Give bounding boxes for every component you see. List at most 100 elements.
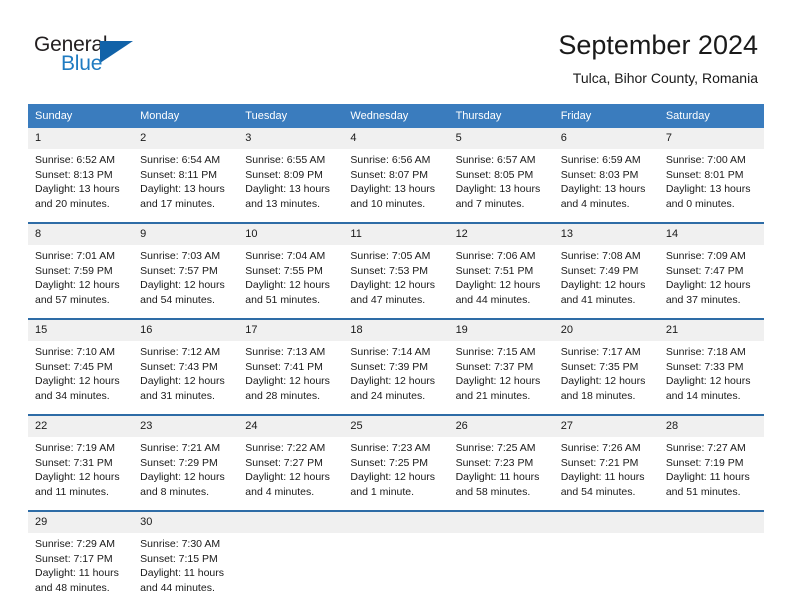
day-details: Sunrise: 6:52 AM Sunset: 8:13 PM Daylight:…	[28, 149, 133, 213]
day-number: 20	[553, 320, 659, 341]
calendar-day-cell[interactable]: 2 Sunrise: 6:54 AM Sunset: 8:11 PM Daylight…	[133, 128, 239, 213]
day-detail-line: Daylight: 12 hours	[455, 279, 541, 291]
day-details: Sunrise: 7:27 AM Sunset: 7:19 PM Daylight:…	[659, 437, 764, 501]
calendar-day-cell[interactable]: 8 Sunrise: 7:01 AM Sunset: 7:59 PM Daylight…	[28, 224, 134, 309]
day-detail-line: Daylight: 12 hours	[560, 375, 646, 387]
day-detail-line: Daylight: 12 hours	[350, 375, 436, 387]
day-detail-line: and 34 minutes.	[35, 389, 110, 402]
calendar-day-cell[interactable]: 15 Sunrise: 7:10 AM Sunset: 7:45 PM Dayligh…	[28, 320, 134, 405]
day-detail-line: Sunset: 7:47 PM	[665, 264, 744, 277]
day-number	[238, 512, 344, 533]
calendar-day-cell[interactable]: 3 Sunrise: 6:55 AM Sunset: 8:09 PM Daylight…	[238, 128, 344, 213]
day-detail-line: and 11 minutes.	[35, 485, 109, 498]
day-detail-line: Daylight: 12 hours	[245, 279, 330, 291]
calendar-day-cell[interactable]: 5 Sunrise: 6:57 AM Sunset: 8:05 PM Daylight…	[448, 128, 554, 213]
day-details: Sunrise: 6:55 AM Sunset: 8:09 PM Daylight:…	[238, 149, 343, 213]
day-number: 2	[133, 128, 239, 149]
calendar-day-cell[interactable]: 13 Sunrise: 7:08 AM Sunset: 7:49 PM Dayligh…	[553, 224, 659, 309]
day-details	[659, 533, 764, 590]
day-number: 16	[133, 320, 239, 341]
day-detail-line: Sunset: 7:59 PM	[35, 264, 113, 277]
calendar-day-cell[interactable]: 28 Sunrise: 7:27 AM Sunset: 7:19 PM Dayligh…	[658, 416, 764, 501]
day-detail-line: Daylight: 13 hours	[35, 183, 120, 195]
day-detail-line: Sunrise: 7:17 AM	[560, 346, 641, 358]
day-details: Sunrise: 6:56 AM Sunset: 8:07 PM Daylight:…	[343, 149, 448, 213]
calendar-day-cell[interactable]: 30 Sunrise: 7:30 AM Sunset: 7:15 PM Dayligh…	[133, 512, 239, 597]
day-detail-line: Daylight: 12 hours	[245, 471, 330, 483]
calendar-day-cell[interactable]: 16 Sunrise: 7:12 AM Sunset: 7:43 PM Dayligh…	[133, 320, 239, 405]
day-detail-line: and 21 minutes.	[455, 389, 531, 402]
day-detail-line: Sunrise: 7:03 AM	[140, 250, 221, 262]
day-detail-line: and 31 minutes.	[140, 389, 215, 402]
day-detail-line: Sunrise: 7:04 AM	[245, 250, 326, 262]
weekday-header-row: Sunday Monday Tuesday Wednesday Thursday Frid…	[28, 104, 764, 128]
day-number: 10	[238, 224, 344, 245]
day-detail-line: Sunset: 7:37 PM	[455, 360, 534, 373]
day-details: Sunrise: 7:06 AM Sunset: 7:51 PM Daylight:…	[449, 245, 554, 309]
calendar-day-cell[interactable]: 20 Sunrise: 7:17 AM Sunset: 7:35 PM Dayligh…	[553, 320, 659, 405]
calendar-week-row: 8 Sunrise: 7:01 AM Sunset: 7:59 PM Daylight…	[28, 222, 764, 309]
day-details: Sunrise: 7:23 AM Sunset: 7:25 PM Daylight:…	[343, 437, 448, 501]
calendar-day-cell[interactable]: 11 Sunrise: 7:05 AM Sunset: 7:53 PM Dayligh…	[343, 224, 449, 309]
calendar-day-cell[interactable]: 26 Sunrise: 7:25 AM Sunset: 7:23 PM Dayligh…	[448, 416, 554, 501]
day-detail-line: Daylight: 11 hours	[560, 471, 645, 483]
day-detail-line: and 37 minutes.	[665, 293, 741, 306]
day-detail-line: and 47 minutes.	[350, 293, 426, 306]
calendar-day-cell[interactable]: 29 Sunrise: 7:29 AM Sunset: 7:17 PM Dayligh…	[28, 512, 134, 597]
day-detail-line: Daylight: 12 hours	[350, 279, 436, 291]
day-detail-line: Sunset: 7:33 PM	[665, 360, 744, 373]
calendar-week-row: 29 Sunrise: 7:29 AM Sunset: 7:17 PM Dayligh…	[28, 510, 764, 597]
calendar-day-cell[interactable]: 14 Sunrise: 7:09 AM Sunset: 7:47 PM Dayligh…	[658, 224, 764, 309]
day-detail-line: Sunset: 7:29 PM	[140, 456, 218, 469]
day-number: 30	[133, 512, 239, 533]
day-number: 23	[133, 416, 239, 437]
calendar-day-cell[interactable]: 10 Sunrise: 7:04 AM Sunset: 7:55 PM Dayligh…	[238, 224, 344, 309]
calendar-day-cell[interactable]: 24 Sunrise: 7:22 AM Sunset: 7:27 PM Dayligh…	[238, 416, 344, 501]
calendar-day-cell[interactable]: 19 Sunrise: 7:15 AM Sunset: 7:37 PM Dayligh…	[448, 320, 554, 405]
calendar-day-cell[interactable]: 1 Sunrise: 6:52 AM Sunset: 8:13 PM Daylight…	[28, 128, 134, 213]
calendar-day-cell[interactable]: 12 Sunrise: 7:06 AM Sunset: 7:51 PM Dayligh…	[448, 224, 554, 309]
day-details: Sunrise: 6:59 AM Sunset: 8:03 PM Daylight:…	[554, 149, 659, 213]
page-title: September 2024	[558, 30, 758, 60]
calendar-day-cell[interactable]: 25 Sunrise: 7:23 AM Sunset: 7:25 PM Dayligh…	[343, 416, 449, 501]
day-details: Sunrise: 7:19 AM Sunset: 7:31 PM Daylight:…	[28, 437, 133, 501]
day-number: 18	[343, 320, 449, 341]
calendar-empty-cell	[238, 512, 344, 597]
calendar-day-cell[interactable]: 18 Sunrise: 7:14 AM Sunset: 7:39 PM Dayligh…	[343, 320, 449, 405]
day-details: Sunrise: 7:17 AM Sunset: 7:35 PM Daylight:…	[554, 341, 659, 405]
calendar-day-cell[interactable]: 4 Sunrise: 6:56 AM Sunset: 8:07 PM Daylight…	[343, 128, 449, 213]
day-detail-line: Sunrise: 7:21 AM	[140, 442, 221, 454]
calendar-day-cell[interactable]: 9 Sunrise: 7:03 AM Sunset: 7:57 PM Daylight…	[133, 224, 239, 309]
calendar-day-cell[interactable]: 27 Sunrise: 7:26 AM Sunset: 7:21 PM Dayligh…	[553, 416, 659, 501]
day-detail-line: and 54 minutes.	[560, 485, 636, 498]
brand-logo[interactable]: General Blue	[34, 33, 214, 81]
day-detail-line: Sunset: 7:17 PM	[35, 552, 113, 565]
day-detail-line: Sunrise: 6:55 AM	[245, 154, 326, 166]
page-subtitle: Tulca, Bihor County, Romania	[572, 70, 758, 86]
day-detail-line: Sunset: 7:41 PM	[245, 360, 323, 373]
day-detail-line: and 1 minute.	[350, 485, 415, 498]
day-number: 3	[238, 128, 344, 149]
calendar-day-cell[interactable]: 17 Sunrise: 7:13 AM Sunset: 7:41 PM Dayligh…	[238, 320, 344, 405]
day-number: 13	[553, 224, 659, 245]
day-number: 7	[658, 128, 764, 149]
calendar-day-cell[interactable]: 6 Sunrise: 6:59 AM Sunset: 8:03 PM Daylight…	[553, 128, 659, 213]
day-detail-line: Sunrise: 7:00 AM	[665, 154, 746, 166]
day-detail-line: and 20 minutes.	[35, 197, 110, 210]
week-spacer	[28, 405, 764, 414]
day-detail-line: Daylight: 12 hours	[245, 375, 330, 387]
day-detail-line: Daylight: 12 hours	[140, 471, 225, 483]
calendar-day-cell[interactable]: 23 Sunrise: 7:21 AM Sunset: 7:29 PM Dayligh…	[133, 416, 239, 501]
day-detail-line: Sunset: 7:19 PM	[665, 456, 744, 469]
day-detail-line: and 51 minutes.	[245, 293, 320, 306]
day-details: Sunrise: 6:57 AM Sunset: 8:05 PM Daylight:…	[449, 149, 554, 213]
calendar-page: General Blue September 2024 Tulca, Bihor…	[0, 0, 792, 612]
calendar-day-cell[interactable]: 7 Sunrise: 7:00 AM Sunset: 8:01 PM Daylight…	[658, 128, 764, 213]
day-detail-line: and 57 minutes.	[35, 293, 110, 306]
calendar-day-cell[interactable]: 22 Sunrise: 7:19 AM Sunset: 7:31 PM Dayligh…	[28, 416, 134, 501]
day-number: 4	[343, 128, 449, 149]
day-detail-line: Sunset: 8:01 PM	[665, 168, 744, 181]
calendar-day-cell[interactable]: 21 Sunrise: 7:18 AM Sunset: 7:33 PM Dayligh…	[658, 320, 764, 405]
day-detail-line: Sunrise: 7:19 AM	[35, 442, 115, 454]
week-spacer	[28, 213, 764, 222]
